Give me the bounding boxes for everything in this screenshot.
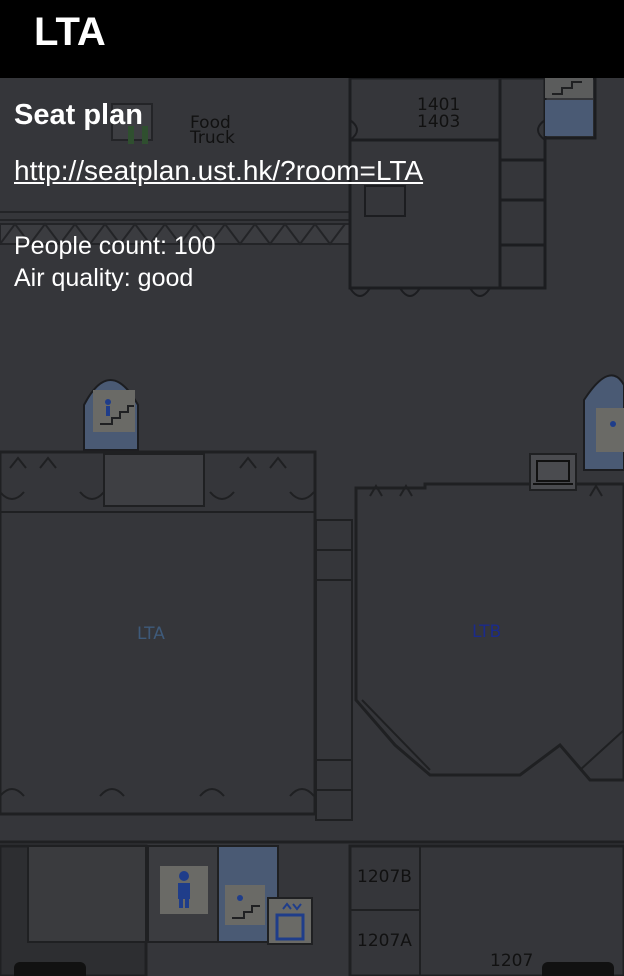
- air-quality-line: Air quality: good: [14, 262, 574, 294]
- stairs-icon-bottom: [225, 885, 265, 925]
- people-count-line: People count: 100: [14, 230, 574, 262]
- room-stats: People count: 100 Air quality: good: [14, 230, 574, 294]
- elevator-icon: [267, 897, 313, 945]
- seat-plan-heading: Seat plan: [14, 99, 143, 131]
- people-count-label: People count:: [14, 232, 167, 260]
- stairs-icon: [83, 379, 139, 451]
- room-label-ltb[interactable]: LTB: [472, 622, 501, 642]
- room-label-1207a: 1207A: [357, 931, 412, 951]
- air-quality-label: Air quality:: [14, 264, 131, 292]
- seat-plan-link[interactable]: http://seatplan.ust.hk/?room=LTA: [14, 154, 574, 188]
- room-label-lta[interactable]: LTA: [137, 624, 165, 644]
- air-quality-value: good: [137, 264, 194, 292]
- bottom-left-control[interactable]: [14, 962, 86, 976]
- people-count-value: 100: [173, 232, 216, 260]
- page-title: LTA: [34, 10, 106, 54]
- bottom-right-control[interactable]: [542, 962, 614, 976]
- top-bar: LTA: [0, 0, 624, 78]
- room-info-panel: Seat plan http://seatplan.ust.hk/?room=L…: [14, 96, 574, 294]
- room-label-1207b: 1207B: [357, 867, 412, 887]
- room-label-1207: 1207: [490, 951, 533, 971]
